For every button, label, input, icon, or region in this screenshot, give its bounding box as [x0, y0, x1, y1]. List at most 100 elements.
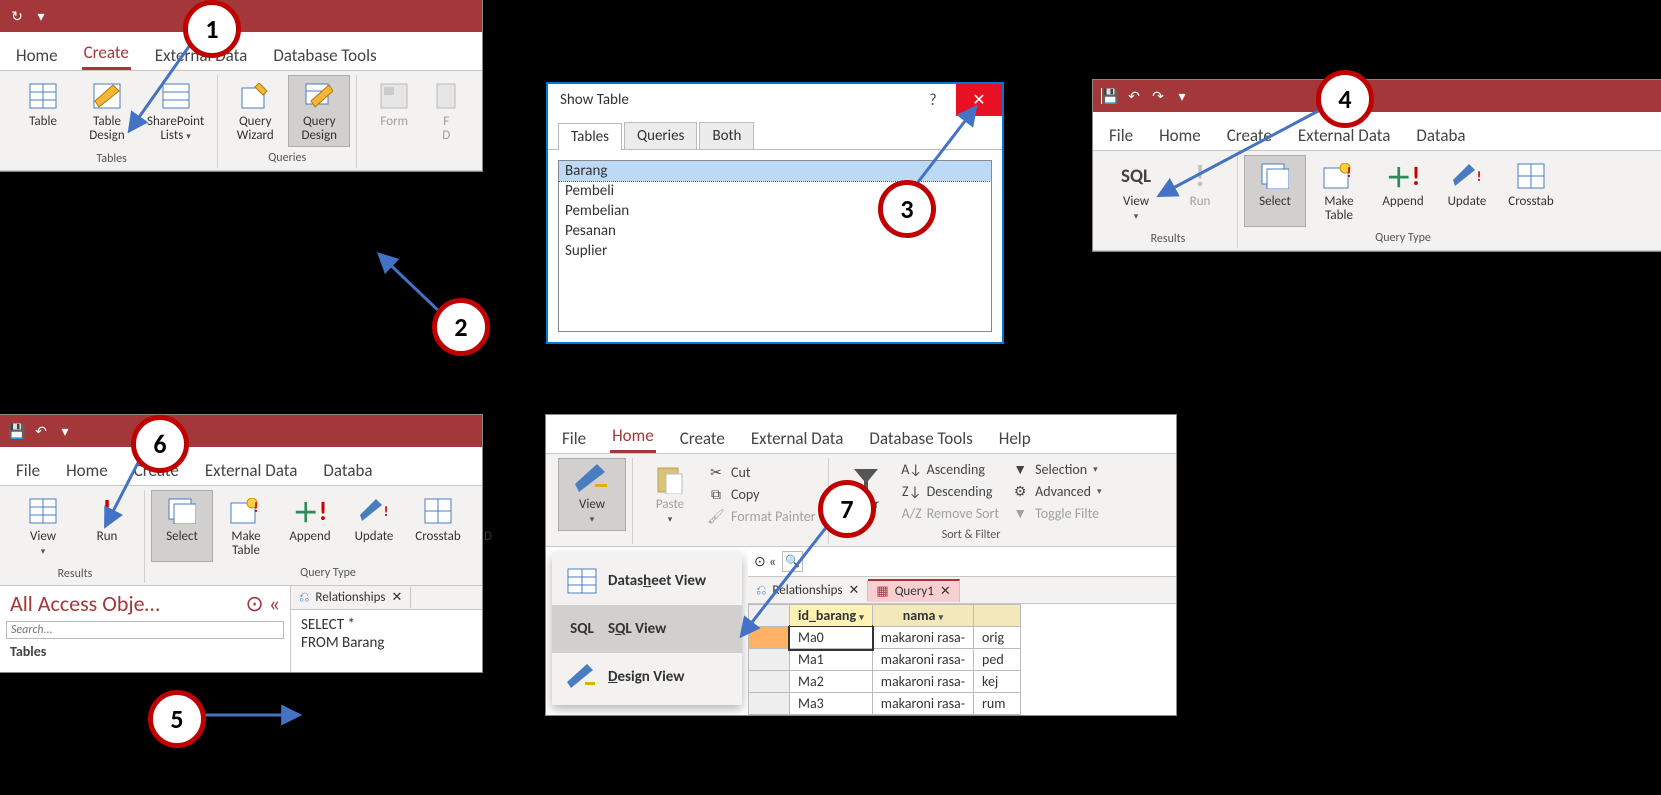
button-advanced[interactable]: ⚙Advanced ▾	[1005, 480, 1107, 502]
button-remove-sort[interactable]: A/ZRemove Sort	[897, 502, 1006, 524]
button-copy[interactable]: ⧉Copy	[701, 484, 822, 506]
button-query-design[interactable]: Query Design	[288, 75, 350, 147]
nav-search-input[interactable]: Search...	[6, 621, 284, 639]
redo-icon[interactable]: ↻	[8, 7, 26, 25]
button-run[interactable]: ! Run	[1169, 155, 1231, 228]
button-make-table[interactable]: ! Make Table	[1308, 155, 1370, 227]
save-icon[interactable]: 💾	[8, 422, 26, 440]
cell-nama[interactable]: makaroni rasa-	[872, 671, 973, 693]
column-header-nama[interactable]: nama ▾	[872, 605, 973, 627]
tab-create[interactable]: Create	[82, 36, 131, 70]
dialog-close-button[interactable]: ✕	[956, 84, 1002, 116]
tab-help[interactable]: Help	[997, 422, 1033, 453]
button-update[interactable]: ! Update	[1436, 155, 1498, 227]
close-tab-icon[interactable]: ✕	[848, 583, 859, 598]
tab-create[interactable]: Create	[1225, 119, 1274, 150]
view-sql[interactable]: SQL SQL View	[552, 605, 742, 653]
row-selector[interactable]	[749, 693, 790, 715]
button-cut[interactable]: ✂Cut	[701, 462, 822, 484]
button-form-partial[interactable]: F D	[427, 75, 465, 147]
tab-database-tools[interactable]: Databa	[1414, 119, 1467, 150]
button-table[interactable]: Table	[12, 75, 74, 148]
cell-id[interactable]: Ma0	[790, 627, 873, 649]
qat-dropdown-icon[interactable]: ▾	[1173, 87, 1191, 105]
button-select[interactable]: Select	[1244, 155, 1306, 227]
button-toggle-filter[interactable]: ▼Toggle Filte	[1005, 502, 1107, 524]
tab-database-tools[interactable]: Databa	[321, 454, 374, 485]
sql-editor[interactable]: SELECT * FROM Barang	[291, 610, 482, 672]
column-header-id[interactable]: id_barang ▾	[790, 605, 873, 627]
dialog-tab-queries[interactable]: Queries	[624, 122, 697, 149]
button-make-table[interactable]: ! Make Table	[215, 490, 277, 562]
button-crosstab[interactable]: Crosstab	[1500, 155, 1562, 227]
tab-home[interactable]: Home	[1157, 119, 1203, 150]
button-crosstab[interactable]: Crosstab	[407, 490, 469, 562]
column-header-extra[interactable]	[974, 605, 1021, 627]
tab-external-data[interactable]: External Data	[203, 454, 300, 485]
nav-section-tables[interactable]: Tables	[0, 641, 290, 662]
cell-ext[interactable]: kej	[974, 671, 1021, 693]
tab-external-data[interactable]: External Data	[749, 422, 846, 453]
tab-file[interactable]: File	[14, 454, 42, 485]
button-query-wizard[interactable]: Query Wizard	[224, 75, 286, 147]
cell-nama[interactable]: makaroni rasa-	[872, 627, 973, 649]
cell-id[interactable]: Ma3	[790, 693, 873, 715]
datasheet-grid[interactable]: id_barang ▾ nama ▾ Ma0 makaroni rasa- or…	[748, 604, 1021, 715]
button-partial[interactable]: D	[471, 490, 505, 562]
cell-id[interactable]: Ma1	[790, 649, 873, 671]
dialog-help-button[interactable]: ?	[910, 84, 956, 116]
cell-nama[interactable]: makaroni rasa-	[872, 649, 973, 671]
nav-pane-header[interactable]: All Access Obje… ⊙ «	[0, 586, 290, 619]
dialog-tab-both[interactable]: Both	[699, 122, 754, 149]
close-tab-icon[interactable]: ✕	[391, 590, 402, 605]
button-view[interactable]: SQL View▾	[1105, 155, 1167, 228]
tab-create[interactable]: Create	[678, 422, 727, 453]
close-tab-icon[interactable]: ✕	[940, 584, 951, 599]
tab-database-tools[interactable]: Database Tools	[271, 39, 378, 70]
qat-dropdown-icon[interactable]: ▾	[32, 7, 50, 25]
tab-database-tools[interactable]: Database Tools	[867, 422, 974, 453]
qat-dropdown-icon[interactable]: ▾	[56, 422, 74, 440]
button-append[interactable]: ＋! Append	[279, 490, 341, 562]
button-append[interactable]: ＋! Append	[1372, 155, 1434, 227]
button-view[interactable]: View▾	[12, 490, 74, 563]
nav-collapse-icon[interactable]: ⊙ «	[754, 553, 776, 570]
button-run[interactable]: ! Run	[76, 490, 138, 563]
search-icon[interactable]: 🔍	[782, 551, 803, 572]
list-item[interactable]: Suplier	[559, 241, 991, 261]
tab-home[interactable]: Home	[64, 454, 110, 485]
button-selection[interactable]: ▼Selection ▾	[1005, 458, 1107, 480]
button-ascending[interactable]: A↓Ascending	[897, 458, 1006, 480]
view-design[interactable]: Design View	[552, 653, 742, 701]
button-table-design[interactable]: Table Design	[76, 75, 138, 148]
cell-ext[interactable]: ped	[974, 649, 1021, 671]
cell-nama[interactable]: makaroni rasa-	[872, 693, 973, 715]
button-view[interactable]: View▾	[558, 458, 626, 531]
list-item[interactable]: Barang	[559, 161, 991, 181]
button-descending[interactable]: Z↓Descending	[897, 480, 1006, 502]
doc-tab-relationships[interactable]: ⎌ Relationships ✕	[291, 587, 411, 608]
undo-icon[interactable]: ↶	[1125, 87, 1143, 105]
cell-ext[interactable]: orig	[974, 627, 1021, 649]
tab-home[interactable]: Home	[610, 419, 656, 453]
dialog-tab-tables[interactable]: Tables	[558, 123, 622, 150]
button-sharepoint-lists[interactable]: SharePoint Lists ▾	[140, 75, 211, 148]
redo-icon[interactable]: ↷	[1149, 87, 1167, 105]
row-selector[interactable]	[749, 627, 790, 649]
dialog-table-list[interactable]: Barang Pembeli Pembelian Pesanan Suplier	[558, 160, 992, 332]
button-paste[interactable]: Paste▾	[639, 458, 701, 531]
tab-file[interactable]: File	[1107, 119, 1135, 150]
doc-tab-relationships[interactable]: ⎌ Relationships ✕	[748, 580, 868, 601]
save-icon[interactable]: 💾	[1101, 87, 1119, 105]
row-selector[interactable]	[749, 649, 790, 671]
tab-file[interactable]: File	[560, 422, 588, 453]
navigation-pane[interactable]: All Access Obje… ⊙ « Search... Tables	[0, 586, 291, 672]
button-update[interactable]: ! Update	[343, 490, 405, 562]
button-format-painter[interactable]: 🖌Format Painter	[701, 506, 822, 528]
row-selector-header[interactable]	[749, 605, 790, 627]
view-datasheet[interactable]: Datasheet View	[552, 557, 742, 605]
cell-id[interactable]: Ma2	[790, 671, 873, 693]
undo-icon[interactable]: ↶	[32, 422, 50, 440]
nav-collapse-icon[interactable]: ⊙ «	[245, 590, 280, 617]
row-selector[interactable]	[749, 671, 790, 693]
